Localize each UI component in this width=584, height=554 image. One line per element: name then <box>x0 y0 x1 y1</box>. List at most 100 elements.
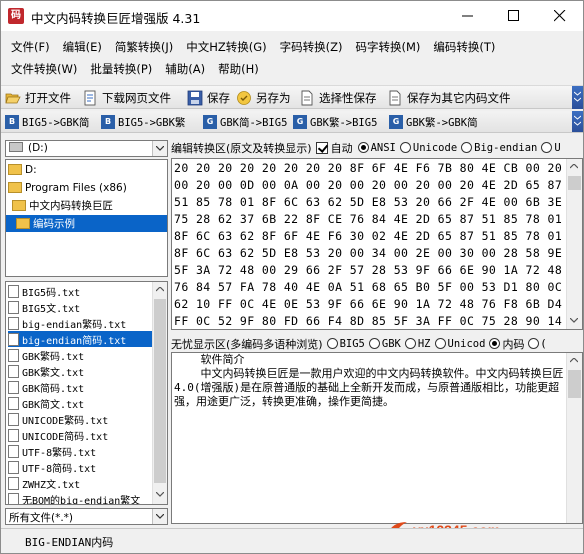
menu-file[interactable]: 文件(F) <box>7 37 54 57</box>
selective-save-button[interactable]: 选择性保存 <box>299 88 377 108</box>
toolbar-overflow-chevron[interactable] <box>572 86 583 109</box>
selective-save-label: 选择性保存 <box>319 91 377 105</box>
preview-heading: 软件简介 <box>174 353 245 366</box>
list-item[interactable]: UNICODE简码.txt <box>8 427 154 443</box>
menu-row-2: 文件转换(W) 批量转换(P) 辅助(A) 帮助(H) <box>7 59 268 79</box>
save-button[interactable]: 保存 <box>187 88 230 108</box>
encoding-radio-big-endian[interactable] <box>461 142 473 153</box>
encoding-radio-utf8[interactable] <box>541 142 553 153</box>
viewer-radio-big5[interactable] <box>326 338 338 349</box>
menu-file-convert[interactable]: 文件转换(W) <box>7 59 81 79</box>
editor-label: 编辑转换区(原文及转换显示) <box>171 141 312 155</box>
encoding-radio-ansi[interactable] <box>357 142 369 153</box>
list-item[interactable]: GBK繁码.txt <box>8 347 154 363</box>
tree-item-drive-root[interactable]: D: <box>8 161 37 178</box>
directory-tree: D: Program Files (x86) 中文内码转换巨匠 编码示例 <box>5 159 168 277</box>
main-toolbar: 打开文件 下载网页文件 保存 另存为 选择性保存 保存为其它内码文件 <box>1 85 583 109</box>
viewer-radio-gbk[interactable] <box>368 338 380 349</box>
list-item[interactable]: GBK简码.txt <box>8 379 154 395</box>
maximize-button[interactable] <box>491 1 537 31</box>
scroll-down-button[interactable] <box>153 487 167 503</box>
hex-line: 00 20 00 0D 00 0A 00 20 00 20 00 20 00 2… <box>174 178 563 192</box>
file-filter-arrow[interactable] <box>152 509 167 524</box>
maximize-icon <box>508 10 519 21</box>
menu-batch-convert[interactable]: 批量转换(P) <box>86 59 156 79</box>
status-text: BIG-ENDIAN内码 <box>25 536 114 549</box>
save-as-button[interactable]: 另存为 <box>236 88 291 108</box>
menu-hz-convert[interactable]: 中文HZ转换(G) <box>182 37 270 57</box>
text-file-icon <box>8 396 19 410</box>
close-icon <box>554 10 566 22</box>
menu-encoding-convert[interactable]: 编码转换(T) <box>429 37 499 57</box>
text-file-icon <box>8 460 19 474</box>
tree-item-program-files[interactable]: Program Files (x86) <box>8 179 127 196</box>
chevron-up-icon <box>156 287 164 292</box>
menu-help[interactable]: 帮助(H) <box>214 59 263 79</box>
viewer-radio-unicode[interactable] <box>434 338 446 349</box>
list-item[interactable]: GBK简文.txt <box>8 395 154 411</box>
tree-item-app-folder[interactable]: 中文内码转换巨匠 <box>12 197 113 214</box>
editor-scrollbar[interactable] <box>566 159 582 329</box>
gbk-traditional-to-big5-button[interactable]: G GBK繁->BIG5 <box>293 113 377 131</box>
tree-item-samples-selected[interactable]: 编码示例 <box>6 215 167 232</box>
scroll-thumb[interactable] <box>154 299 166 483</box>
gbk-traditional-to-gbk-simplified-button[interactable]: G GBK繁->GBK简 <box>389 113 478 131</box>
menu-char-to-code[interactable]: 字码转换(Z) <box>276 37 347 57</box>
file-list-scrollbar[interactable] <box>152 282 167 504</box>
viewer-header: 无忧显示区(多编码多语种浏览) BIG5 GBK HZ Unicod 内码 ( <box>171 337 546 351</box>
file-filter-select[interactable]: 所有文件(*.*) <box>5 508 168 525</box>
minimize-button[interactable] <box>445 1 491 31</box>
folder-open-icon <box>12 200 26 211</box>
file-list: BIG5码.txt BIG5文.txt big-endian繁码.txt big… <box>5 281 168 505</box>
save-as-other-encoding-button[interactable]: 保存为其它内码文件 <box>387 88 511 108</box>
open-file-button[interactable]: 打开文件 <box>5 88 71 108</box>
scroll-up-button[interactable] <box>567 353 582 369</box>
list-item[interactable]: 无BOM的big-endian繁文 <box>8 491 154 504</box>
text-file-icon <box>8 412 19 426</box>
list-item[interactable]: GBK繁文.txt <box>8 363 154 379</box>
viewer-radio-internal-code[interactable] <box>489 338 501 349</box>
toolbar2-overflow-chevron[interactable] <box>572 111 583 132</box>
list-item[interactable]: BIG5文.txt <box>8 299 154 315</box>
close-button[interactable] <box>537 1 583 31</box>
scroll-thumb[interactable] <box>568 370 581 398</box>
scroll-thumb[interactable] <box>568 176 581 190</box>
menu-simp-trad-convert[interactable]: 简繁转换(J) <box>111 37 177 57</box>
menu-row-1: 文件(F) 编辑(E) 简繁转换(J) 中文HZ转换(G) 字码转换(Z) 码字… <box>7 37 504 57</box>
edit-convert-textarea[interactable]: 20 20 20 20 20 20 20 20 8F 6F 4E F6 7B 8… <box>171 158 583 330</box>
list-item[interactable]: UTF-8简码.txt <box>8 459 154 475</box>
big5-to-gbk-traditional-button[interactable]: B BIG5->GBK繁 <box>101 113 185 131</box>
menu-edit[interactable]: 编辑(E) <box>59 37 106 57</box>
list-item[interactable]: UTF-8繁码.txt <box>8 443 154 459</box>
hex-line: 51 85 78 01 8F 6C 63 62 5D E8 53 20 66 2… <box>174 195 563 209</box>
list-item[interactable]: big-endian繁码.txt <box>8 315 154 331</box>
preview-scrollbar[interactable] <box>566 353 582 523</box>
encoding-radio-unicode[interactable] <box>399 142 411 153</box>
hex-line: 62 10 FF 0C 4E 0E 53 9F 66 6E 90 1A 72 4… <box>174 297 563 311</box>
gbk-simplified-to-big5-button[interactable]: G GBK简->BIG5 <box>203 113 287 131</box>
auto-checkbox[interactable] <box>315 141 328 154</box>
big5-to-gbk-simplified-button[interactable]: B BIG5->GBK简 <box>5 113 89 131</box>
drive-select[interactable]: (D:) <box>5 140 168 157</box>
menu-tools[interactable]: 辅助(A) <box>161 59 209 79</box>
scroll-up-button[interactable] <box>567 159 582 175</box>
list-item-selected[interactable]: big-endian简码.txt <box>8 331 154 347</box>
tree-item-label: 编码示例 <box>33 218 75 230</box>
file-filter-value: 所有文件(*.*) <box>9 512 74 524</box>
title-bar[interactable]: 码 中文内码转换巨匠增强版 4.31 <box>1 1 583 31</box>
menu-code-to-char[interactable]: 码字转换(M) <box>352 37 425 57</box>
list-item[interactable]: BIG5码.txt <box>8 283 154 299</box>
drive-select-arrow[interactable] <box>152 141 167 156</box>
viewer-radio-more[interactable] <box>528 338 540 349</box>
list-item[interactable]: ZWHZ文.txt <box>8 475 154 491</box>
text-file-icon <box>8 316 19 330</box>
drive-select-value: (D:) <box>28 142 48 154</box>
scroll-up-button[interactable] <box>153 282 167 298</box>
viewer-radio-hz[interactable] <box>404 338 416 349</box>
window-title: 中文内码转换巨匠增强版 4.31 <box>31 11 201 26</box>
list-item[interactable]: UNICODE繁码.txt <box>8 411 154 427</box>
download-page-button[interactable]: 下载网页文件 <box>82 88 171 108</box>
preview-textarea[interactable]: 软件简介 中文内码转换巨匠是一款用户欢迎的中文内码转换软件。中文内码转换巨匠4.… <box>171 352 583 524</box>
scroll-down-button[interactable] <box>567 313 582 329</box>
open-folder-icon <box>5 93 21 104</box>
